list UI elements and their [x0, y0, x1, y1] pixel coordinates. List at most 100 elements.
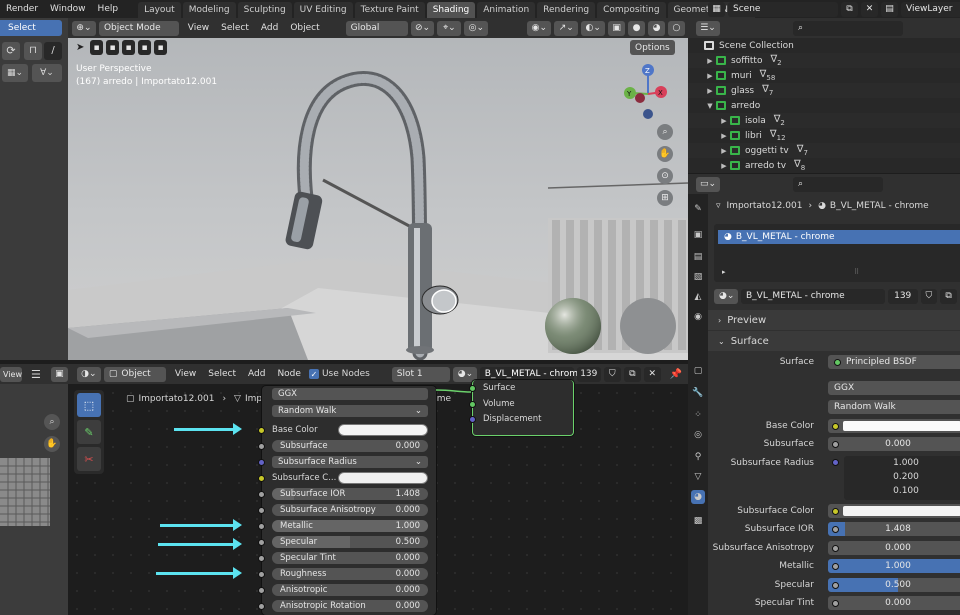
node-base-color-swatch[interactable] — [338, 424, 428, 436]
output-tab-icon[interactable]: ▤ — [691, 250, 705, 264]
surface-panel-header[interactable]: ⌄ Surface — [708, 331, 960, 351]
slot-dropdown[interactable]: Slot 1 — [391, 366, 450, 382]
annotate-tool-icon[interactable]: ✎ — [77, 420, 101, 444]
node-subsurface-field[interactable]: Subsurface 0.000 — [258, 440, 428, 452]
outliner-search-input[interactable]: ⌕ — [793, 20, 903, 36]
lock-icon[interactable]: ⊓ — [24, 42, 42, 60]
viewport-menu-add[interactable]: Add — [261, 23, 278, 33]
outliner-item[interactable]: ▼ arredo — [688, 98, 960, 113]
menu-render[interactable]: Render — [0, 0, 44, 18]
properties-editor-icon[interactable]: ▭⌄ — [696, 176, 720, 192]
node-editor-type-icon[interactable]: ◑⌄ — [76, 366, 101, 382]
use-nodes-toggle[interactable]: ✓ Use Nodes — [308, 369, 370, 379]
node-specular-tint-field[interactable]: Specular Tint 0.000 — [258, 552, 428, 564]
outliner-item[interactable]: ▶ muri ∇58 — [688, 68, 960, 83]
base-color-swatch[interactable] — [843, 421, 960, 431]
zoom-icon[interactable]: ⌕ — [657, 124, 673, 140]
node-roughness-field[interactable]: Roughness 0.000 — [258, 568, 428, 580]
shader-type-dropdown[interactable]: ▢ Object — [103, 366, 166, 382]
scene-copy-icon[interactable]: ⧉ — [841, 1, 858, 17]
browse-node-material-icon[interactable]: ◕⌄ — [452, 366, 477, 382]
editor-type-icon[interactable]: ⊕⌄ — [72, 20, 96, 36]
distribution-dropdown[interactable]: GGX — [828, 381, 960, 395]
fake-user-icon[interactable]: ⛉ — [920, 288, 938, 304]
subsurface-color-swatch[interactable] — [843, 506, 960, 516]
xray-icon[interactable]: ▣ — [608, 20, 626, 36]
metallic-input-socket[interactable] — [258, 522, 265, 530]
node-duplicate-icon[interactable]: ⧉ — [623, 366, 641, 382]
node-subsurface-method-dropdown[interactable]: Random Walk ⌄ — [272, 405, 428, 417]
properties-search-input[interactable]: ⌕ — [793, 176, 883, 192]
specular-field[interactable]: 0.500 — [828, 578, 960, 592]
volume-input-socket[interactable] — [469, 400, 476, 408]
outliner-item[interactable]: ▶ glass ∇7 — [688, 83, 960, 98]
viewport-menu-view[interactable]: View — [188, 23, 209, 33]
outliner-item[interactable]: ▶ oggetti tv ∇7 — [688, 143, 960, 158]
render-tab-icon[interactable]: ▣ — [691, 228, 705, 242]
material-slot-item[interactable]: ◕ B_VL_METAL - chrome — [718, 230, 960, 244]
outliner-item[interactable]: ▶ arredo tv ∇8 — [688, 158, 960, 173]
pin-icon[interactable]: 📌 — [670, 369, 682, 380]
outliner-item[interactable]: ▶ soffitto ∇2 — [688, 53, 960, 68]
visibility-icon[interactable]: ◉⌄ — [527, 20, 552, 36]
subsurface-ior-field[interactable]: 1.408 — [828, 522, 960, 536]
subsurface-ior-input-socket[interactable] — [258, 490, 265, 498]
outliner-root[interactable]: Scene Collection — [688, 38, 960, 53]
surface-input-socket[interactable] — [469, 384, 476, 392]
overlay-icon[interactable]: ◐⌄ — [581, 20, 606, 36]
select-subtract-icon[interactable]: ▪ — [122, 40, 135, 55]
camera-icon[interactable]: ⊙ — [657, 168, 673, 184]
radius-z-field[interactable]: 0.100 — [844, 484, 960, 498]
node-menu-view[interactable]: View — [175, 369, 196, 379]
pan-hand-icon[interactable]: ✋ — [657, 146, 673, 162]
node-specular-field[interactable]: Specular 0.500 — [258, 536, 428, 548]
node-metallic-field[interactable]: Metallic 1.000 — [258, 520, 428, 532]
snap-icon[interactable]: ⌖⌄ — [437, 20, 462, 36]
transform-orientation-dropdown[interactable]: Global — [345, 20, 408, 36]
pencil-icon[interactable]: / — [44, 42, 62, 60]
gizmo-icon[interactable]: ↗⌄ — [554, 20, 579, 36]
cut-links-tool-icon[interactable]: ✂ — [77, 447, 101, 471]
list-expand-icon[interactable]: ▸ — [722, 268, 726, 276]
proportional-icon[interactable]: ◎⌄ — [464, 20, 489, 36]
tab-sculpting[interactable]: Sculpting — [237, 2, 292, 18]
image-zoom-icon[interactable]: ⌕ — [44, 414, 60, 430]
material-users-count[interactable]: 139 — [887, 288, 918, 304]
specular-tint-field[interactable]: 0.000 — [828, 596, 960, 610]
select-tool-icon[interactable]: ⬚ — [77, 393, 101, 417]
subsurface-method-dropdown[interactable]: Random Walk — [828, 400, 960, 414]
material-name-field[interactable]: B_VL_METAL - chrome — [741, 288, 885, 304]
image-pan-icon[interactable]: ✋ — [44, 436, 60, 452]
node-subsurface-ior-field[interactable]: Subsurface IOR 1.408 — [258, 488, 428, 500]
node-menu-select[interactable]: Select — [208, 369, 236, 379]
physics-tab-icon[interactable]: ◎ — [691, 428, 705, 442]
select-intersect-icon[interactable]: ▪ — [154, 40, 167, 55]
texture-tab-icon[interactable]: ▩ — [691, 514, 705, 528]
scene-tab-icon[interactable]: ◭ — [691, 290, 705, 304]
base-color-field[interactable] — [828, 419, 960, 433]
object-mode-dropdown[interactable]: Object Mode — [98, 20, 179, 36]
tab-compositing[interactable]: Compositing — [597, 2, 666, 18]
refresh-icon[interactable]: ⟳ — [2, 42, 20, 60]
object-tab-icon[interactable]: ▢ — [691, 364, 705, 378]
viewport-options-button[interactable]: Options — [630, 40, 675, 55]
specular-input-socket[interactable] — [258, 538, 265, 546]
expand-chevron-icon[interactable]: ▶ — [718, 117, 730, 125]
pivot-icon[interactable]: ⊘⌄ — [410, 20, 435, 36]
duplicate-material-icon[interactable]: ⧉ — [940, 288, 958, 304]
anisotropic-rotation-input-socket[interactable] — [258, 602, 265, 610]
node-view-dropdown[interactable]: View — [0, 366, 22, 382]
subsurface-color-input-socket[interactable] — [258, 474, 265, 482]
view-layer-field[interactable]: ViewLayer — [901, 1, 960, 17]
menu-window[interactable]: Window — [44, 0, 92, 18]
preview-panel-header[interactable]: › Preview — [708, 310, 960, 330]
tab-animation[interactable]: Animation — [477, 2, 536, 18]
data-tab-icon[interactable]: ▽ — [691, 470, 705, 484]
collapse-chevron-icon[interactable]: ▼ — [704, 102, 716, 110]
tab-rendering[interactable]: Rendering — [537, 2, 596, 18]
tab-uv-editing[interactable]: UV Editing — [293, 2, 353, 18]
expand-chevron-icon[interactable]: ▶ — [704, 87, 716, 95]
navigation-gizmo[interactable]: Z Y X — [624, 64, 667, 119]
node-fake-user-icon[interactable]: ⛉ — [603, 366, 621, 382]
select-invert-icon[interactable]: ▪ — [138, 40, 151, 55]
